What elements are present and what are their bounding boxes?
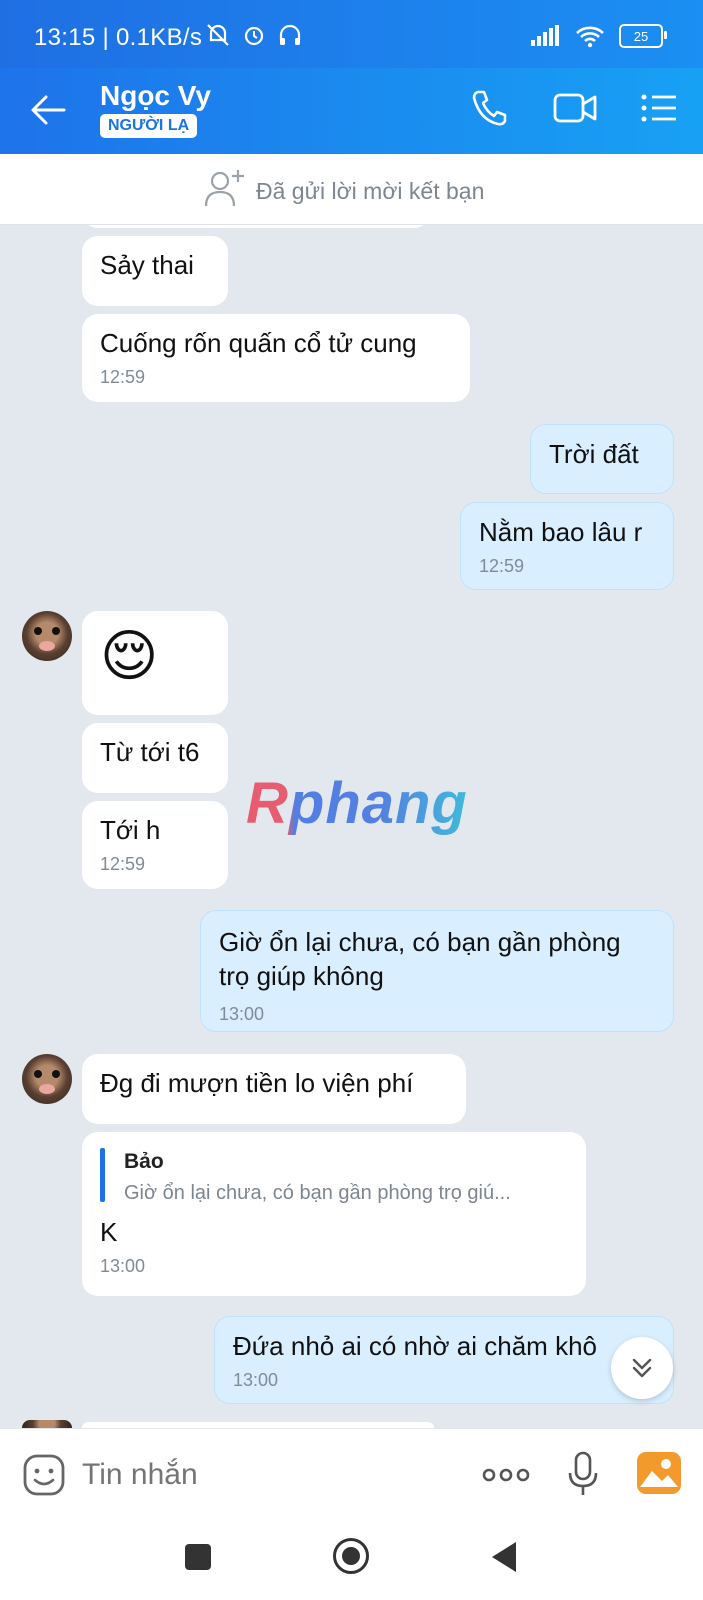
chat-header: Ngọc Vy NGƯỜI LẠ <box>0 68 703 154</box>
message-text: Cuống rốn quấn cổ tử cung <box>100 328 417 358</box>
quote-text: Giờ ổn lại chưa, có bạn gần phòng trọ gi… <box>124 1182 511 1204</box>
message-text: Đg đi mượn tiền lo viện phí <box>100 1068 414 1098</box>
back-arrow-icon[interactable] <box>30 94 66 126</box>
my-message-bubble[interactable]: Giờ ổn lại chưa, có bạn gần phòng trọ gi… <box>200 910 674 1032</box>
sticker-icon[interactable] <box>22 1453 66 1497</box>
message-text: Đứa nhỏ ai có nhờ ai chăm khô <box>233 1331 597 1361</box>
scroll-down-icon <box>632 1358 652 1378</box>
message-time: 12:59 <box>100 367 146 387</box>
battery-level: 25 <box>633 28 649 44</box>
message-bubble[interactable]: Tới h 12:59 <box>82 801 228 889</box>
phone-icon[interactable] <box>470 88 508 128</box>
message-text: Từ tới t6 <box>100 737 200 767</box>
message-time: 13:00 <box>100 1256 146 1276</box>
message-text: Giờ ổn lại chưa, có bạn gần phòng trọ gi… <box>219 927 621 991</box>
message-time: 12:59 <box>100 854 146 874</box>
status-right-icons: 25 <box>529 24 667 48</box>
message-time: 13:00 <box>219 1004 265 1024</box>
system-navigation-bar <box>0 1516 703 1600</box>
wifi-icon <box>576 26 604 48</box>
avatar[interactable] <box>22 611 72 661</box>
message-text: K <box>100 1217 118 1247</box>
message-text: Tới h <box>100 815 161 845</box>
avatar[interactable] <box>22 1054 72 1104</box>
message-bubble[interactable]: Cuống rốn quấn cổ tử cung 12:59 <box>82 314 470 402</box>
message-bubble[interactable]: Sảy thai <box>82 236 228 306</box>
gallery-icon[interactable] <box>636 1451 682 1495</box>
microphone-icon[interactable] <box>566 1451 600 1497</box>
message-bubble[interactable]: Đg đi mượn tiền lo viện phí <box>82 1054 466 1124</box>
message-time: 12:59 <box>479 556 525 576</box>
friend-request-bar-overlay: Đã gửi lời mời kết bạn <box>0 154 703 225</box>
headset-icon <box>279 24 301 45</box>
quote-author: Bảo <box>124 1150 164 1173</box>
message-input[interactable] <box>80 1451 444 1499</box>
stranger-badge: NGƯỜI LẠ <box>100 114 198 138</box>
avatar-partial <box>22 1420 72 1428</box>
add-friend-icon <box>204 170 244 207</box>
watermark-logo: Rphang <box>246 771 468 836</box>
status-left-icons <box>205 22 303 48</box>
more-icon[interactable] <box>482 1467 530 1483</box>
menu-icon[interactable] <box>640 88 678 128</box>
emoji-message-bubble[interactable]: 😌 <box>82 611 228 715</box>
message-time: 13:00 <box>233 1370 279 1390</box>
reply-message-bubble[interactable]: Bảo Giờ ổn lại chưa, có bạn gần phòng tr… <box>82 1132 586 1296</box>
battery-indicator: 25 <box>619 24 667 48</box>
my-message-bubble[interactable]: Nằm bao lâu r 12:59 <box>460 502 674 590</box>
video-call-icon[interactable] <box>552 88 598 128</box>
alarm-icon <box>244 26 264 46</box>
quote-bar <box>100 1148 105 1202</box>
message-text: Nằm bao lâu r <box>479 517 643 547</box>
status-bar: 13:15 | 0.1KB/s 25 <box>0 0 703 68</box>
message-bubble[interactable]: Từ tới t6 <box>82 723 228 793</box>
message-input-bar <box>0 1428 703 1517</box>
my-message-bubble[interactable]: Đứa nhỏ ai có nhờ ai chăm khô 13:00 <box>214 1316 674 1404</box>
signal-icon <box>531 25 559 46</box>
contact-name[interactable]: Ngọc Vy <box>100 80 211 112</box>
mute-bell-icon <box>207 24 229 46</box>
message-text: Trời đất <box>549 439 639 469</box>
message-text: Sảy thai <box>100 250 194 280</box>
friend-request-status: Đã gửi lời mời kết bạn <box>256 178 485 204</box>
status-time-speed: 13:15 | 0.1KB/s <box>34 24 203 51</box>
back-nav-icon[interactable] <box>490 1540 518 1574</box>
scroll-down-button[interactable] <box>611 1337 673 1399</box>
recent-apps-icon[interactable] <box>185 1544 211 1570</box>
home-icon[interactable] <box>333 1538 369 1574</box>
emoji-message: 😌 <box>100 624 159 687</box>
my-message-bubble[interactable]: Trời đất <box>530 424 674 494</box>
